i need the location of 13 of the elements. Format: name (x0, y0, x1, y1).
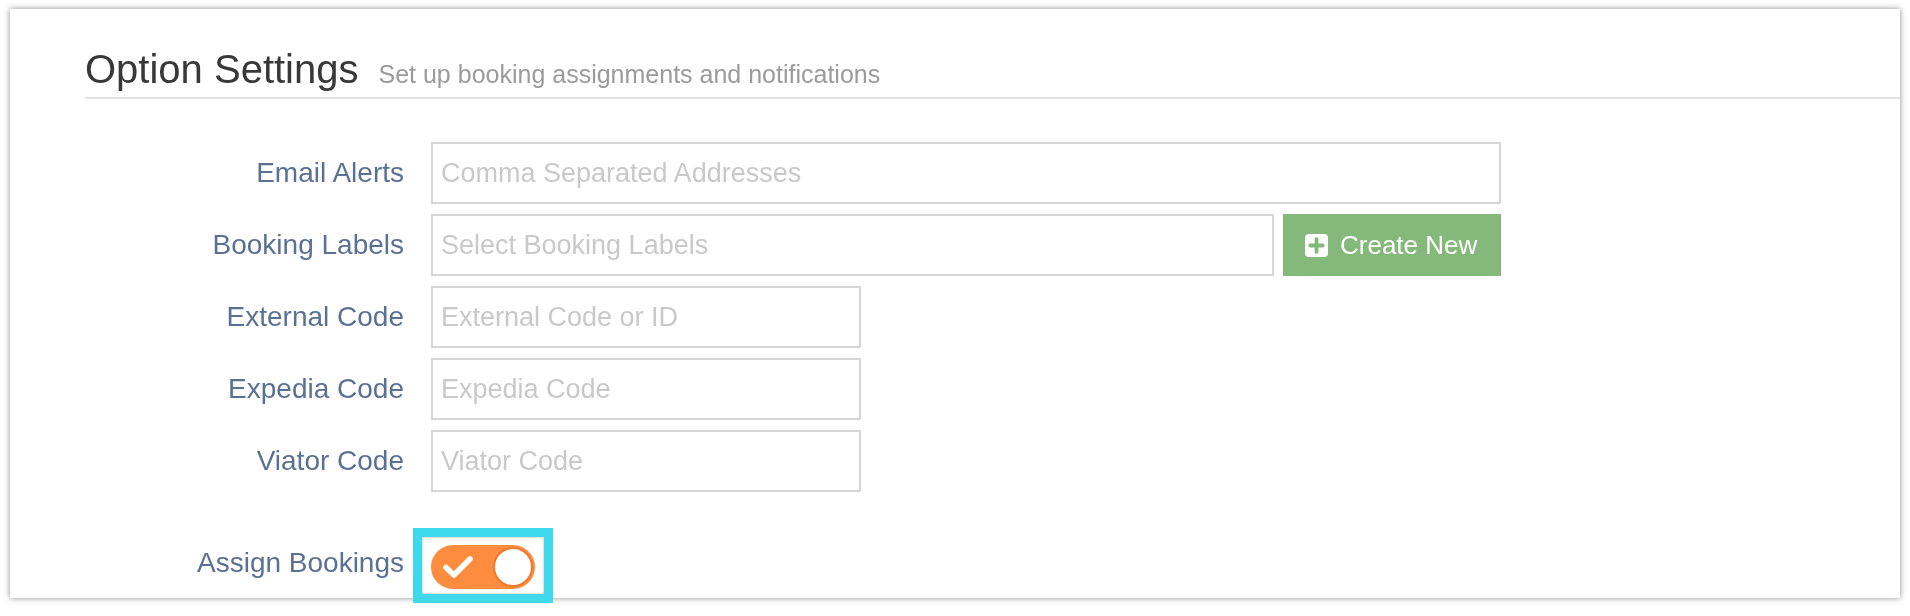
check-icon (443, 556, 473, 578)
page-title: Option Settings (85, 46, 359, 92)
plus-icon (1305, 233, 1328, 257)
field-label: Booking Labels (212, 228, 404, 262)
toggle-switch[interactable] (431, 545, 535, 589)
field-label: External Code (226, 300, 404, 334)
field-label: Email Alerts (256, 156, 404, 190)
field-label: Viator Code (256, 444, 404, 478)
field-label: Expedia Code (228, 372, 404, 406)
field-label: Assign Bookings (197, 546, 404, 580)
toggle-knob[interactable] (493, 547, 533, 587)
create-new-button[interactable]: Create New (1283, 214, 1501, 276)
page-subtitle: Set up booking assignments and notifications (378, 59, 881, 89)
